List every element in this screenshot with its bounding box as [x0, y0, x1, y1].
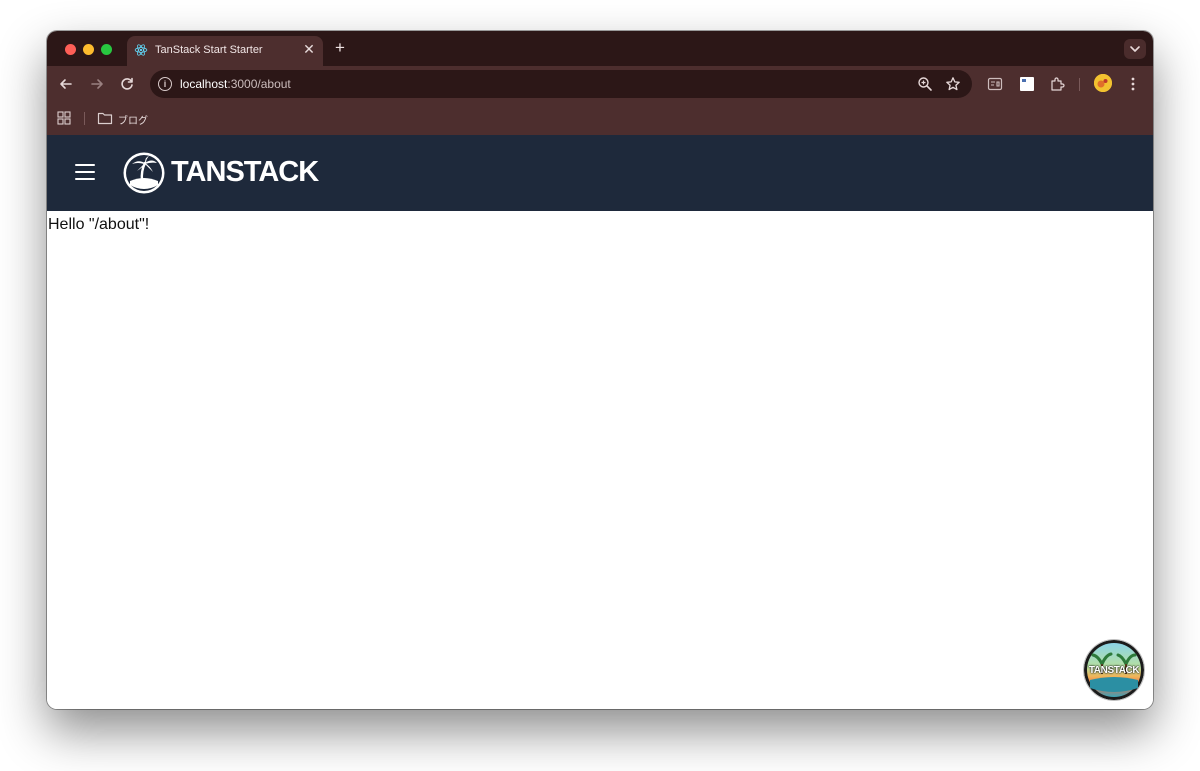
bookmarks-separator [84, 112, 85, 125]
site-info-icon[interactable]: i [158, 77, 172, 91]
hamburger-line [75, 164, 95, 166]
arrow-right-icon [91, 79, 103, 89]
url-path: :3000/about [227, 77, 291, 91]
more-menu-icon[interactable] [1125, 75, 1141, 93]
new-tab-button[interactable]: + [331, 39, 349, 57]
tanstack-wordmark[interactable]: TANSTACK [171, 155, 319, 189]
cast-icon[interactable] [987, 76, 1003, 92]
arrow-left-icon [60, 79, 72, 89]
tab-search-button[interactable] [1124, 39, 1146, 59]
minimize-window-button[interactable] [83, 44, 94, 55]
extensions-puzzle-icon[interactable] [1049, 76, 1065, 92]
apps-grid-icon[interactable] [57, 111, 71, 125]
menu-button[interactable] [73, 162, 97, 182]
tab-strip: TanStack Start Starter ✕ + [47, 31, 1153, 66]
url-text[interactable]: localhost:3000/about [180, 77, 291, 91]
tab-tanstack-start-starter[interactable]: TanStack Start Starter ✕ [127, 36, 323, 66]
tanstack-devtools-button[interactable]: TANSTACK [1084, 640, 1144, 700]
bookmark-folder-blog[interactable]: ブログ [118, 112, 148, 127]
tanstack-palm-logo-icon[interactable] [122, 151, 166, 195]
page-message: Hello "/about"! [48, 216, 150, 233]
hamburger-line [75, 171, 95, 173]
extension-tile-icon[interactable] [1019, 76, 1035, 92]
browser-toolbar: i localhost:3000/about [47, 66, 1153, 102]
tab-title: TanStack Start Starter [155, 44, 263, 56]
browser-window: TanStack Start Starter ✕ + i localhost:3… [47, 31, 1153, 709]
avatar-icon [1094, 74, 1112, 92]
forward-button[interactable] [87, 74, 107, 94]
bookmark-star-icon[interactable] [945, 76, 961, 92]
close-window-button[interactable] [65, 44, 76, 55]
bookmarks-bar: ブログ [47, 102, 1153, 135]
tab-close-icon[interactable]: ✕ [301, 41, 317, 57]
reload-icon [121, 77, 133, 90]
react-icon [134, 44, 148, 56]
maximize-window-button[interactable] [101, 44, 112, 55]
address-bar[interactable]: i localhost:3000/about [150, 70, 972, 98]
site-header: TANSTACK [47, 135, 1153, 211]
devtools-badge-label: TANSTACK [1088, 665, 1140, 676]
folder-icon[interactable] [97, 111, 113, 125]
profile-avatar[interactable] [1094, 74, 1112, 92]
reload-button[interactable] [117, 74, 137, 94]
url-host: localhost [180, 77, 228, 91]
toolbar-separator [1079, 78, 1080, 91]
chevron-down-icon [1130, 46, 1140, 52]
hamburger-line [75, 178, 95, 180]
page-viewport: TANSTACK Hello "/about"! TANSTACK [47, 135, 1153, 709]
back-button[interactable] [56, 74, 76, 94]
zoom-icon[interactable] [917, 76, 933, 92]
